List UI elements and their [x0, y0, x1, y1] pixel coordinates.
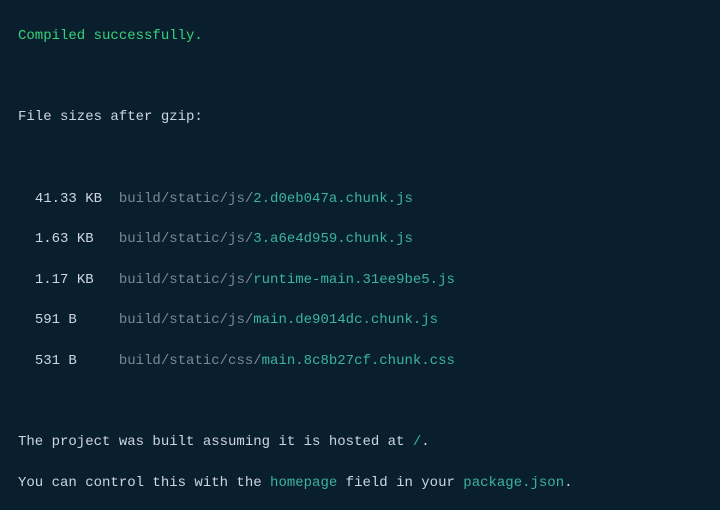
file-row: 1.63 KB build/static/js/3.a6e4d959.chunk…: [18, 229, 702, 249]
blank-line: [18, 392, 702, 412]
file-row: 1.17 KB build/static/js/runtime-main.31e…: [18, 270, 702, 290]
blank-line: [18, 148, 702, 168]
file-size: 1.17 KB: [35, 270, 111, 290]
file-row: 41.33 KB build/static/js/2.d0eb047a.chun…: [18, 189, 702, 209]
compiled-status: Compiled successfully.: [18, 26, 702, 46]
file-size: 1.63 KB: [35, 229, 111, 249]
gzip-title: File sizes after gzip:: [18, 107, 702, 127]
file-dir: build/static/css/: [119, 353, 262, 369]
file-size: 41.33 KB: [35, 189, 111, 209]
file-size: 591 B: [35, 310, 111, 330]
file-name: 3.a6e4d959.chunk.js: [253, 231, 413, 247]
terminal-output: Compiled successfully. File sizes after …: [0, 0, 720, 510]
file-dir: build/static/js/: [119, 231, 253, 247]
file-dir: build/static/js/: [119, 272, 253, 288]
file-dir: build/static/js/: [119, 191, 253, 207]
file-size: 531 B: [35, 351, 111, 371]
file-name: 2.d0eb047a.chunk.js: [253, 191, 413, 207]
hosted-line-2: You can control this with the homepage f…: [18, 473, 702, 493]
file-name: main.8c8b27cf.chunk.css: [262, 353, 455, 369]
file-name: main.de9014dc.chunk.js: [253, 312, 438, 328]
file-name: runtime-main.31ee9be5.js: [253, 272, 455, 288]
file-dir: build/static/js/: [119, 312, 253, 328]
file-row: 531 B build/static/css/main.8c8b27cf.chu…: [18, 351, 702, 371]
file-row: 591 B build/static/js/main.de9014dc.chun…: [18, 310, 702, 330]
hosted-line-1: The project was built assuming it is hos…: [18, 432, 702, 452]
blank-line: [18, 67, 702, 87]
